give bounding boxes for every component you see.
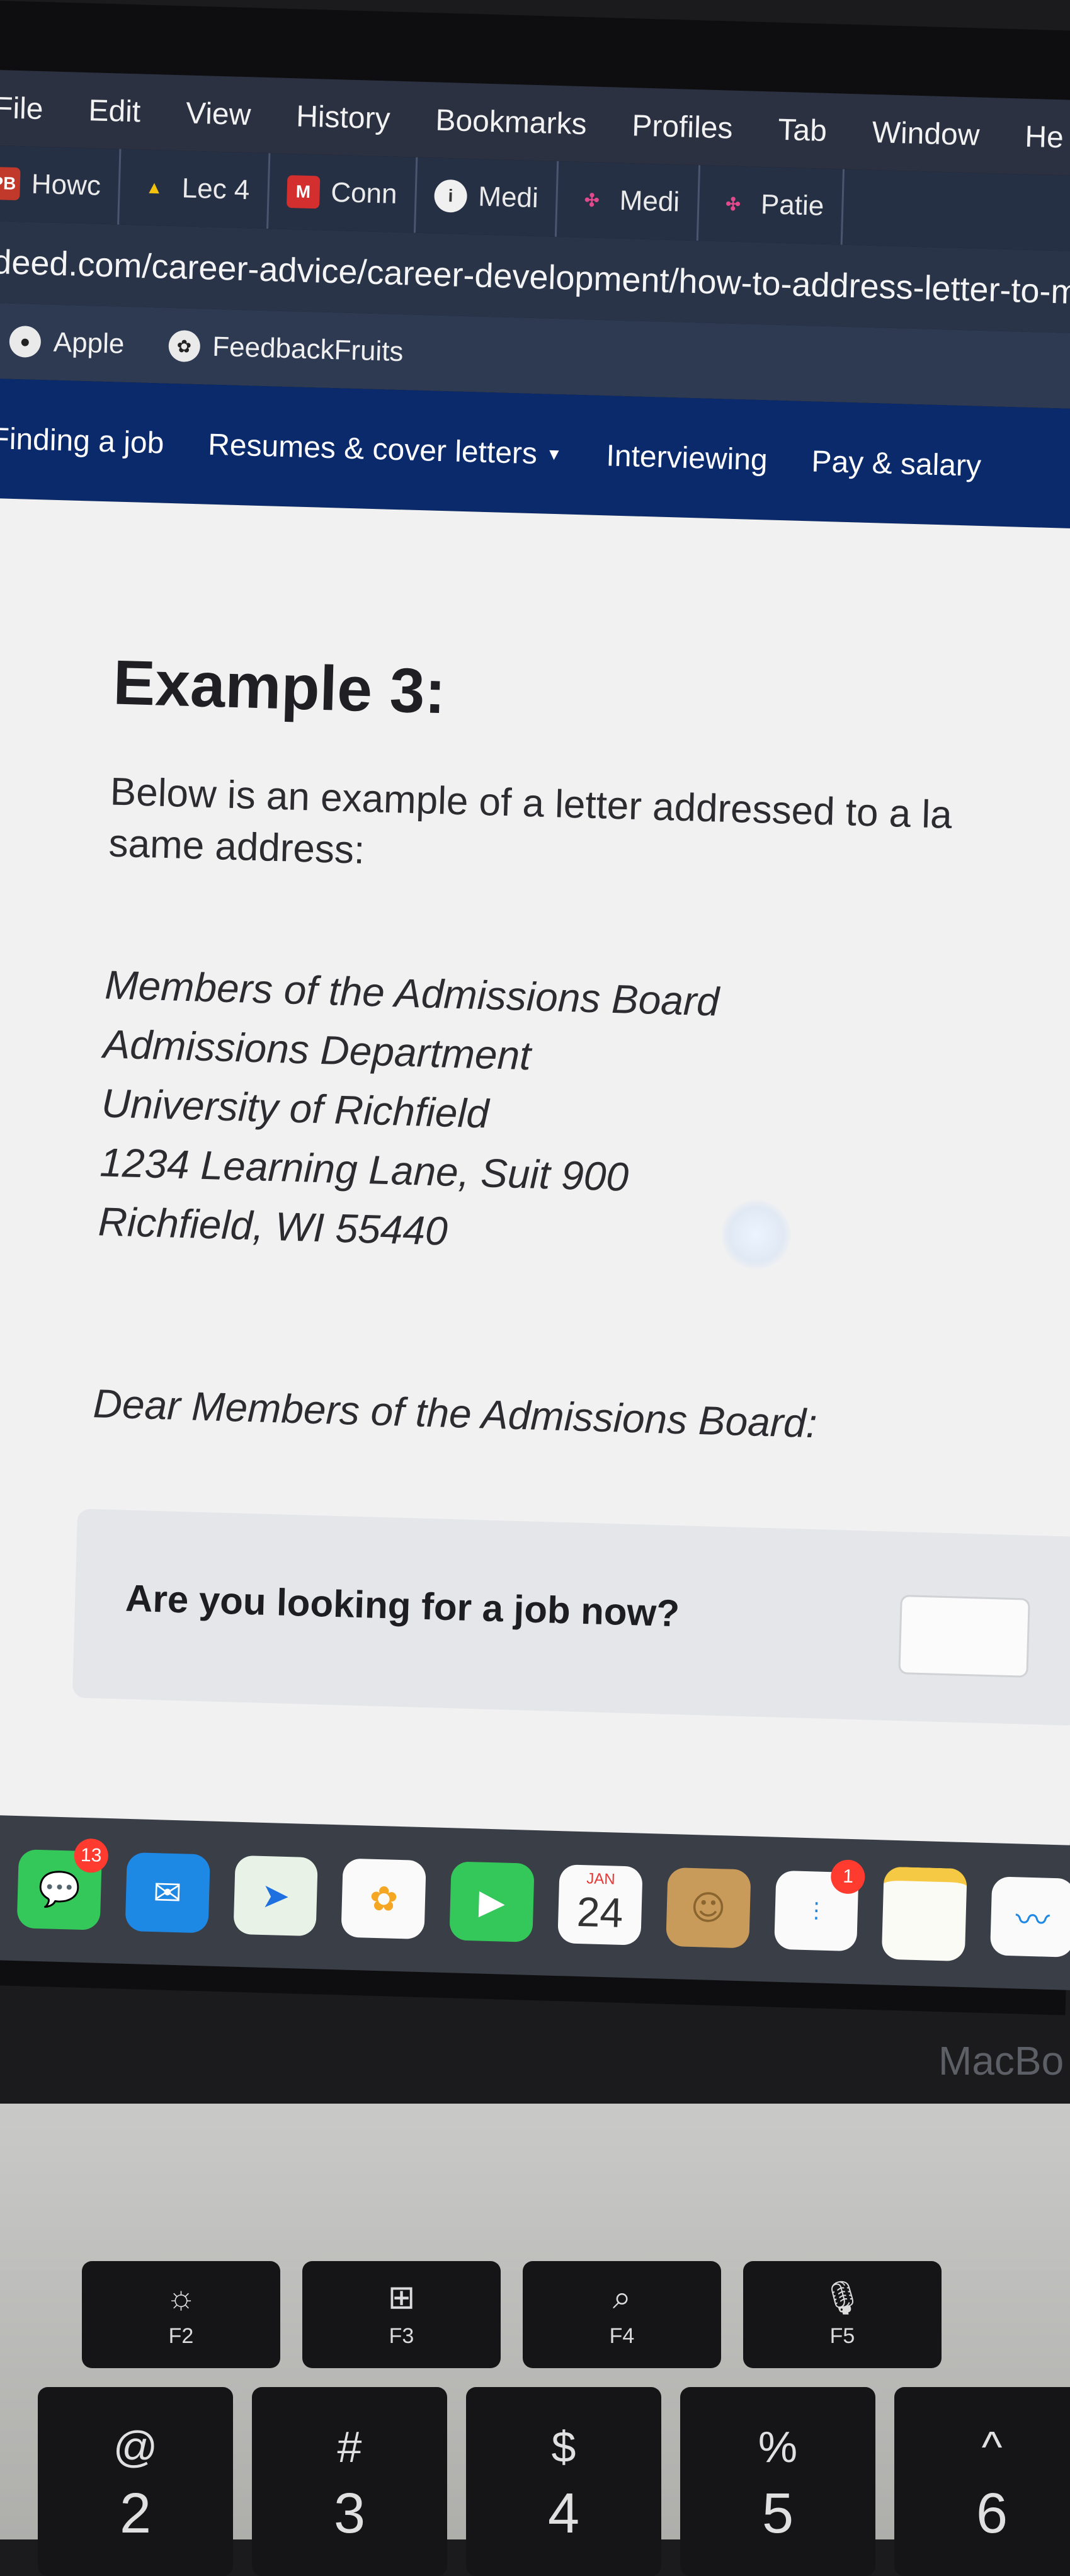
bookmark-label: Apple	[53, 326, 125, 360]
key-symbol: ^	[981, 2422, 1003, 2471]
contacts-icon[interactable]: ☺	[665, 1867, 751, 1949]
menu-file[interactable]: File	[0, 89, 66, 127]
article-content: Example 3: Below is an example of a lett…	[0, 497, 1070, 1852]
key-label: F3	[389, 2324, 414, 2348]
microphone-icon: 🎙	[821, 2280, 863, 2317]
key-symbol: #	[337, 2422, 362, 2471]
key-3[interactable]: # 3	[252, 2387, 447, 2576]
menu-edit[interactable]: Edit	[65, 93, 164, 130]
tab-title: Medi	[477, 181, 539, 214]
key-number: 3	[333, 2482, 366, 2545]
job-prompt-box: Are you looking for a job now?	[72, 1508, 1070, 1726]
nav-interviewing[interactable]: Interviewing	[606, 438, 768, 477]
bookmark-label: FeedbackFruits	[212, 331, 404, 368]
menu-help[interactable]: He	[1002, 118, 1070, 156]
maps-icon[interactable]: ➤	[233, 1855, 319, 1936]
key-symbol: $	[551, 2422, 576, 2471]
nav-label: Resumes & cover letters	[207, 428, 538, 470]
key-label: F2	[168, 2324, 194, 2348]
pb-icon: PB	[0, 166, 21, 201]
freeform-icon[interactable]: 〰	[990, 1876, 1070, 1958]
key-number: 2	[119, 2482, 152, 2545]
key-label: F4	[609, 2324, 635, 2348]
apple-icon: ●	[9, 325, 42, 358]
info-icon: i	[433, 179, 468, 213]
messages-icon[interactable]: 💬 13	[16, 1838, 109, 1930]
calendar-icon[interactable]: JAN 24	[557, 1864, 643, 1946]
calendar-month: JAN	[586, 1869, 616, 1888]
mission-control-icon: ⊞	[387, 2279, 416, 2316]
example-heading: Example 3:	[112, 647, 447, 727]
reminders-icon[interactable]: ⋮ 1	[773, 1859, 866, 1951]
chevron-down-icon: ▼	[545, 444, 563, 464]
browser-tab[interactable]: PB Howc	[0, 144, 122, 225]
key-number: 5	[761, 2482, 794, 2545]
key-f4[interactable]: ⌕ F4	[523, 2261, 721, 2368]
messages-badge: 13	[73, 1838, 109, 1873]
address-block: Members of the Admissions Board Admissio…	[98, 955, 720, 1268]
menu-bookmarks[interactable]: Bookmarks	[413, 102, 610, 142]
menu-window[interactable]: Window	[849, 114, 1003, 153]
medical-star-icon: ✣	[584, 190, 600, 210]
key-f5[interactable]: 🎙 F5	[743, 2261, 942, 2368]
job-prompt-answer-button[interactable]	[898, 1595, 1030, 1678]
intro-paragraph: Below is an example of a letter addresse…	[108, 770, 953, 872]
menu-profiles[interactable]: Profiles	[609, 108, 756, 146]
key-symbol: %	[758, 2422, 798, 2471]
photos-icon[interactable]: ✿	[341, 1857, 427, 1939]
browser-tab[interactable]: ▲ Lec 4	[119, 149, 271, 229]
job-prompt-question: Are you looking for a job now?	[125, 1576, 680, 1635]
tab-title: Patie	[760, 188, 824, 222]
tab-title: Medi	[619, 185, 680, 218]
menu-history[interactable]: History	[273, 98, 414, 137]
nav-finding-a-job[interactable]: Finding a job	[0, 421, 164, 460]
mail-icon[interactable]: ✉	[125, 1852, 210, 1934]
feedbackfruits-icon: ✿	[168, 329, 201, 363]
bookmark-apple[interactable]: ● Apple	[9, 325, 125, 360]
calendar-day: 24	[576, 1888, 624, 1936]
key-5[interactable]: % 5	[680, 2387, 875, 2576]
device-brand-label: MacBo	[938, 2038, 1064, 2083]
key-f3[interactable]: ⊞ F3	[302, 2261, 501, 2368]
notes-icon[interactable]	[882, 1866, 967, 1961]
menu-view[interactable]: View	[162, 95, 274, 133]
tab-title: Howc	[31, 168, 101, 202]
key-number: 6	[976, 2482, 1008, 2545]
key-6[interactable]: ^ 6	[894, 2387, 1070, 2576]
key-f2[interactable]: ☼ F2	[82, 2261, 280, 2368]
key-label: F5	[829, 2324, 855, 2348]
menu-tab[interactable]: Tab	[755, 111, 850, 149]
reminders-badge: 1	[831, 1859, 866, 1895]
key-2[interactable]: @ 2	[38, 2387, 233, 2576]
salutation: Dear Members of the Admissions Board:	[92, 1381, 818, 1447]
medical-star-icon: ✣	[725, 193, 741, 214]
laptop-screen: File Edit View History Bookmarks Profile…	[0, 0, 1070, 2015]
tab-title: Lec 4	[181, 173, 251, 206]
facetime-icon[interactable]: ▶	[449, 1861, 535, 1942]
nav-pay-salary[interactable]: Pay & salary	[811, 444, 982, 484]
browser-tab[interactable]: ✣ Patie	[698, 165, 845, 245]
search-icon: ⌕	[612, 2279, 632, 2316]
m-logo-icon: M	[286, 174, 321, 209]
brightness-icon: ☼	[166, 2279, 196, 2316]
nav-resumes-cover-letters[interactable]: Resumes & cover letters ▼	[208, 427, 563, 472]
key-number: 4	[547, 2482, 580, 2545]
key-symbol: @	[113, 2422, 158, 2471]
tab-title: Conn	[330, 176, 398, 210]
key-4[interactable]: $ 4	[466, 2387, 661, 2576]
browser-tab[interactable]: i Medi	[415, 157, 559, 237]
google-drive-icon: ▲	[145, 177, 164, 198]
screen-glare	[720, 1199, 792, 1270]
browser-tab[interactable]: ✣ Medi	[557, 161, 700, 241]
url-text[interactable]: ndeed.com/career-advice/career-developme…	[0, 242, 1070, 312]
browser-tab[interactable]: M Conn	[268, 153, 418, 233]
bookmark-feedbackfruits[interactable]: ✿ FeedbackFruits	[168, 329, 404, 368]
